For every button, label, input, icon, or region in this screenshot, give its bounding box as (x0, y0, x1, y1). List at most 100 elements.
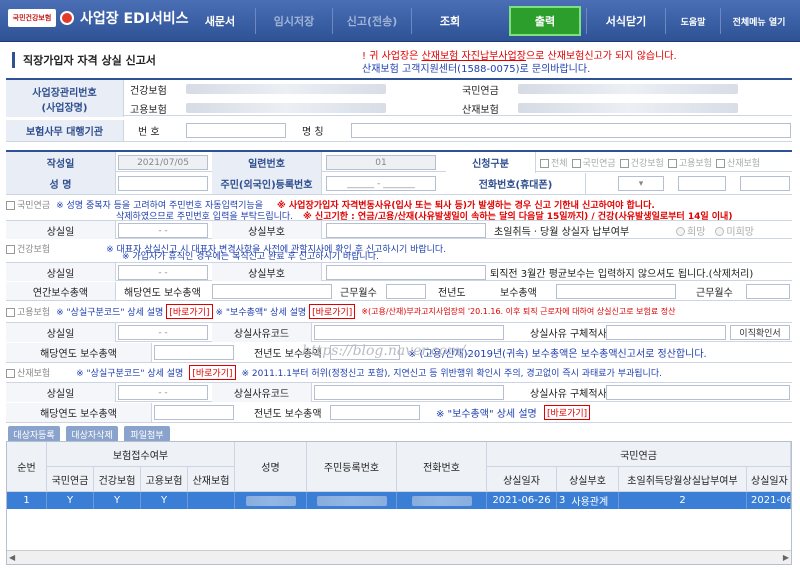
serial-input[interactable]: 01 (326, 155, 436, 170)
logo: 국민건강보험 사업장 EDI서비스 (8, 8, 189, 28)
apply-pension-checkbox[interactable]: 국민연금 (571, 156, 616, 169)
year-total-input[interactable] (212, 284, 332, 299)
cell-accident (188, 492, 235, 509)
accident-pay-link-wrap: [바로가기] (540, 403, 591, 422)
col-pension-date2: 상실일자 (747, 467, 791, 492)
pension-loss-date-label: 상실일 (6, 221, 116, 239)
target-list-grid: 순번 보험접수여부 국민연금 건강보험 고용보험 산재보험 성명 주민등록번호 … (6, 441, 792, 565)
form-name-row: 성 명 주민(외국인)등록번호 ______ - _______ 전화번호(휴대… (6, 173, 792, 195)
cell-employment: Y (141, 492, 188, 509)
col-rrn: 주민등록번호 (307, 442, 397, 492)
col-sub-employment: 고용보험 (141, 467, 188, 492)
col-pension-code: 상실부호 (557, 467, 619, 492)
employment-loss-date-label: 상실일 (6, 323, 116, 342)
col-name: 성명 (235, 442, 307, 492)
logo-dot-icon (60, 11, 74, 25)
accident-reason-code-label: 상실사유코드 (212, 383, 312, 402)
new-document-button[interactable]: 새문서 (185, 6, 255, 36)
employment-row-1: 상실일 - - 상실사유코드 상실사유 구체적사유 이직확인서 (6, 322, 792, 342)
col-pension-first: 초일취득당월상실납부여부 (619, 467, 747, 492)
accident-year-total-input[interactable] (154, 405, 234, 420)
report-send-button[interactable]: 신고(전송) (333, 6, 411, 36)
accident-reason-detail-input[interactable] (606, 385, 790, 400)
phone-last-input[interactable] (740, 176, 790, 191)
employment-note-a: ※ "상실구분코드" 상세 설명 (56, 308, 164, 318)
pension-loss-code-label: 상실부호 (212, 221, 322, 239)
health-loss-date-label: 상실일 (6, 263, 116, 281)
phone-area-select[interactable]: ▾ (618, 176, 664, 191)
employment-section-header: 고용보험 ※ "상실구분코드" 상세 설명 [바로가기] ※ "보수총액" 상세… (6, 304, 792, 319)
months-input[interactable] (386, 284, 426, 299)
accident-loss-date-input[interactable]: - - (118, 385, 208, 400)
opt-yes-radio[interactable]: 희망 (676, 223, 705, 238)
phone-label: 전화번호(휴대폰) (446, 173, 586, 194)
cell-code: 3 사용관계 (557, 492, 619, 509)
print-button[interactable]: 출력 (509, 6, 581, 36)
rrn-label: 주민(외국인)등록번호 (212, 173, 322, 194)
temp-save-button[interactable]: 임시저장 (256, 6, 332, 36)
name-input[interactable] (118, 176, 208, 191)
employment-reason-code-select[interactable] (314, 325, 504, 340)
agency-name-label: 명 칭 (302, 127, 324, 138)
health-row-1: 상실일 - - 상실부호 퇴직전 3월간 평균보수는 입력하지 않으셔도 됩니다… (6, 262, 792, 281)
employment-reason-detail-label: 상실사유 구체적사유 (530, 329, 616, 340)
phone-mid-input[interactable] (678, 176, 726, 191)
employment-link-2[interactable]: [바로가기] (309, 304, 356, 319)
accident-link-1[interactable]: [바로가기] (189, 365, 236, 380)
apply-health-checkbox[interactable]: 건강보험 (619, 156, 664, 169)
employment-reason-detail-input[interactable] (606, 325, 726, 340)
accident-loss-date-label: 상실일 (6, 383, 116, 402)
cell-pension: Y (47, 492, 94, 509)
agency-number-input[interactable] (186, 123, 286, 138)
scroll-left-icon[interactable]: ◀ (9, 553, 15, 562)
cell-name (235, 492, 307, 509)
close-form-button[interactable]: 서식닫기 (587, 6, 665, 36)
employment-link-1[interactable]: [바로가기] (166, 304, 213, 319)
health-loss-date-input[interactable]: - - (118, 265, 208, 280)
accident-link-2[interactable]: [바로가기] (544, 405, 591, 420)
opt-no-radio[interactable]: 미희망 (715, 223, 754, 238)
scroll-right-icon[interactable]: ▶ (783, 553, 789, 562)
pension-loss-date-input[interactable]: - - (118, 223, 208, 238)
transfer-confirm-button[interactable]: 이직확인서 (730, 325, 790, 340)
annual-total-label: 연간보수총액 (6, 282, 116, 300)
employment-year-total-input[interactable] (154, 345, 234, 360)
all-menu-button[interactable]: 전체메뉴 열기 (721, 6, 797, 36)
serial-label: 일련번호 (212, 152, 322, 173)
accident-tag[interactable]: 산재보험 (6, 366, 50, 379)
months-label: 근무월수 (340, 287, 377, 299)
apply-all-checkbox[interactable]: 전체 (540, 156, 568, 169)
months2-input[interactable] (746, 284, 790, 299)
cell-date2: 2021-06- (747, 492, 791, 509)
first-month-options: 희망 미희망 (672, 221, 754, 239)
horizontal-scrollbar[interactable]: ◀ ▶ (7, 550, 791, 564)
employment-note-c: ※(고용/산재)부과고지사업장의 '20.1.16. 이후 퇴직 근로자에 대하… (361, 307, 676, 316)
cell-no: 1 (7, 492, 47, 509)
accident-prev-total-input[interactable] (330, 405, 420, 420)
employment-loss-date-input[interactable]: - - (118, 325, 208, 340)
register-target-button[interactable]: 대상자등록 (8, 426, 60, 442)
date-input[interactable]: 2021/07/05 (118, 155, 208, 170)
accident-reason-code-select[interactable] (314, 385, 504, 400)
agency-name-input[interactable] (351, 123, 791, 138)
accident-row-1: 상실일 - - 상실사유코드 상실사유 구체적사유 (6, 382, 792, 402)
col-no: 순번 (7, 442, 47, 492)
date-label: 작성일 (6, 152, 116, 173)
pension-row: 상실일 - - 상실부호 초일취득ㆍ당월 상실자 납부여부 희망 미희망 (6, 220, 792, 239)
health-loss-code-label: 상실부호 (212, 263, 322, 281)
employment-tag[interactable]: 고용보험 (6, 305, 50, 318)
apply-employment-checkbox[interactable]: 고용보험 (667, 156, 712, 169)
apply-accident-checkbox[interactable]: 산재보험 (715, 156, 760, 169)
pay-total-input[interactable] (556, 284, 676, 299)
pension-loss-code-select[interactable] (326, 223, 486, 238)
col-sub-pension: 국민연금 (47, 467, 94, 492)
delete-target-button[interactable]: 대상자삭제 (66, 426, 118, 442)
inquiry-button[interactable]: 조회 (412, 6, 488, 36)
attach-file-button[interactable]: 파일첨부 (124, 426, 170, 442)
health-loss-code-select[interactable] (326, 265, 486, 280)
help-button[interactable]: 도움말 (666, 6, 720, 36)
health-note-2: ※ 가입자가 휴직인 경우에는 복직신고 완료 후 신고하시기 바랍니다. (122, 252, 379, 262)
accident-note-b: ※ 2011.1.1부터 허위(정정신고 포함), 지연신고 등 위반행위 확인… (241, 369, 662, 379)
rrn-input[interactable]: ______ - _______ (326, 176, 436, 191)
employment-reason-code-label: 상실사유코드 (212, 323, 312, 342)
